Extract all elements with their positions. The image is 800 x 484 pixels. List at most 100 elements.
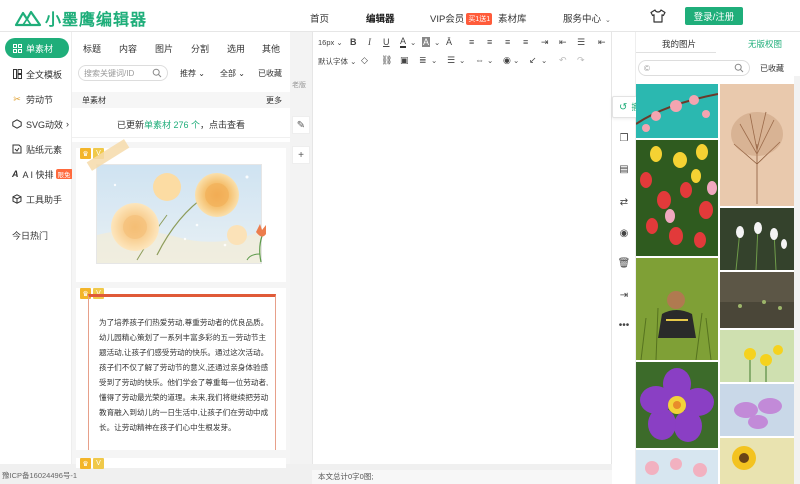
image-thumb-dry-plant[interactable] xyxy=(720,84,794,206)
chevron-down-icon[interactable]: ⌄ xyxy=(487,56,493,65)
underline-icon[interactable]: U xyxy=(383,37,390,47)
image-thumb-violet-flowers[interactable] xyxy=(720,384,794,436)
material-card-text[interactable]: ♛ V 为了培养孩子们热爱劳动,尊重劳动者的优良品质。幼儿园精心策划了一系列丰富… xyxy=(76,288,286,450)
tab-content[interactable]: 内容 xyxy=(119,42,137,55)
image-thumb-pink-blossom[interactable] xyxy=(636,450,718,484)
nav-editor[interactable]: 编辑器 xyxy=(366,11,395,25)
logo[interactable]: 小墨鹰编辑器 xyxy=(14,6,147,30)
filter-all[interactable]: 全部 ⌄ xyxy=(220,68,245,79)
search-placeholder: 搜索关键词/ID xyxy=(84,68,135,78)
preview-eye-icon[interactable]: ◉ xyxy=(617,226,631,240)
image-thumb-purple-primrose[interactable] xyxy=(636,362,718,448)
indent-icon[interactable]: ⇥ xyxy=(541,37,549,48)
sidebar-item-tools[interactable]: 工具助手 xyxy=(0,189,72,209)
eraser-icon[interactable]: ◇ xyxy=(361,55,368,66)
save-icon[interactable]: ▤ xyxy=(617,162,631,176)
arrow-icon[interactable]: ↙ xyxy=(529,55,537,66)
chevron-down-icon[interactable]: ⌄ xyxy=(513,56,519,65)
undo-icon[interactable]: ↶ xyxy=(559,55,567,66)
search-icon[interactable] xyxy=(152,68,162,78)
image-icon[interactable]: ▣ xyxy=(400,55,409,66)
chevron-down-icon[interactable]: ⌄ xyxy=(459,56,465,65)
editor-canvas[interactable]: 16px ⌄ B I U A ⌄ A ⌄ Ā ≡ ≡ ≡ ≡ ⇥ ⇤ ☰ ⇤ 默… xyxy=(312,32,612,464)
tab-image[interactable]: 图片 xyxy=(155,42,173,55)
material-card-rose-photo[interactable]: ♛ V xyxy=(76,139,286,282)
sidebar-item-full-template[interactable]: 全文模板 xyxy=(0,64,72,84)
nav-home[interactable]: 首页 xyxy=(310,11,329,25)
paragraph-spacing-icon[interactable]: ☰ xyxy=(447,55,455,66)
chevron-down-icon[interactable]: ⌄ xyxy=(434,38,440,47)
sidebar-item-hot-today[interactable]: 今日热门 xyxy=(0,225,72,245)
nav-materials[interactable]: 素材库 xyxy=(498,11,527,25)
font-color-icon[interactable]: A xyxy=(400,37,407,48)
line-height-icon[interactable]: ≣ xyxy=(419,55,427,66)
update-notice[interactable]: 已更新单素材 276 个，点击查看 xyxy=(72,112,290,138)
add-icon[interactable]: + xyxy=(292,146,310,164)
format-clear-icon[interactable]: ⇤ xyxy=(598,37,606,48)
image-thumb-person-grass[interactable] xyxy=(636,258,718,360)
tab-free-images[interactable]: 无版权图 xyxy=(748,38,782,50)
more-icon[interactable]: ••• xyxy=(617,318,631,332)
image-panel-scrollbar[interactable] xyxy=(794,76,800,484)
export-icon[interactable]: ⇥ xyxy=(617,288,631,302)
more-link[interactable]: 更多 xyxy=(266,95,282,106)
trash-icon[interactable]: 🗑 xyxy=(617,256,631,270)
tshirt-icon[interactable] xyxy=(650,9,666,23)
highlight-color-icon[interactable]: A xyxy=(422,37,431,47)
copy-icon[interactable]: ❐ xyxy=(617,131,631,145)
sidebar-item-ai-layout[interactable]: A A I 快排 限免 xyxy=(0,164,73,184)
image-thumb-snowdrops[interactable] xyxy=(720,208,794,270)
nav-service[interactable]: 服务中心 ⌄ xyxy=(563,11,611,25)
material-card-partial[interactable]: ♛ V xyxy=(76,458,286,469)
collected-filter[interactable]: 已收藏 xyxy=(760,63,784,74)
align-justify-icon[interactable]: ≡ xyxy=(523,37,528,47)
image-thumb-ground-sprouts[interactable] xyxy=(720,272,794,328)
sidebar-item-single-material[interactable]: 单素材 xyxy=(5,38,69,58)
italic-icon[interactable]: I xyxy=(368,37,371,47)
tab-my-images[interactable]: 我的图片 xyxy=(662,38,696,50)
bulb-icon[interactable]: ◉ xyxy=(503,55,511,66)
chevron-down-icon[interactable]: ⌄ xyxy=(410,38,416,47)
align-left-icon[interactable]: ≡ xyxy=(469,37,474,47)
outdent-icon[interactable]: ⇤ xyxy=(559,37,567,48)
chevron-down-icon[interactable]: ⌄ xyxy=(431,56,437,65)
material-search-input[interactable]: 搜索关键词/ID xyxy=(78,65,168,81)
nav-vip[interactable]: VIP会员 买1送1 xyxy=(430,11,493,25)
filter-recommend[interactable]: 推荐 ⌄ xyxy=(180,68,205,79)
tab-title[interactable]: 标题 xyxy=(83,42,101,55)
tab-selected[interactable]: 选用 xyxy=(227,42,245,55)
login-register-button[interactable]: 登录/注册 xyxy=(685,7,743,25)
chevron-down-icon[interactable]: ⌄ xyxy=(541,56,547,65)
sidebar-item-labor-day[interactable]: ✂ 劳动节 xyxy=(0,89,72,109)
edit-icon[interactable]: ✎ xyxy=(292,116,310,134)
old-version-link[interactable]: 老版 xyxy=(292,80,306,90)
image-search-input[interactable]: © xyxy=(638,60,750,76)
align-right-icon[interactable]: ≡ xyxy=(505,37,510,47)
swap-icon[interactable]: ⇄ xyxy=(617,195,631,209)
image-thumb-sunflower[interactable] xyxy=(720,438,794,484)
image-thumb-tulips[interactable] xyxy=(636,140,718,256)
vip-icon: V xyxy=(93,458,104,469)
letter-spacing-icon[interactable]: Ā xyxy=(446,37,452,47)
image-thumb-blossom[interactable] xyxy=(636,84,718,138)
search-icon[interactable] xyxy=(734,63,744,73)
bold-icon[interactable]: B xyxy=(350,37,357,47)
list-icon[interactable]: ☰ xyxy=(577,37,585,48)
align-center-icon[interactable]: ≡ xyxy=(487,37,492,47)
link-icon[interactable]: ⛓ xyxy=(381,55,392,66)
sidebar-item-label: 贴纸元素 xyxy=(26,144,63,155)
image-search-placeholder: © xyxy=(644,63,650,73)
margin-icon[interactable]: ⇔ xyxy=(475,55,484,65)
icp-license[interactable]: 豫ICP备16024496号-1 xyxy=(2,470,77,481)
sidebar-item-svg-effects[interactable]: SVG动效 › xyxy=(0,114,72,134)
font-family-select[interactable]: 默认字体 ⌄ xyxy=(318,56,356,67)
undo-arrow-icon: ↺ xyxy=(619,101,628,113)
tab-divider[interactable]: 分割 xyxy=(191,42,209,55)
redo-icon[interactable]: ↷ xyxy=(577,55,585,66)
font-size-select[interactable]: 16px ⌄ xyxy=(318,38,343,47)
tab-other[interactable]: 其他 xyxy=(262,42,280,55)
sidebar-item-stickers[interactable]: 贴纸元素 xyxy=(0,139,72,159)
card-body-text: 为了培养孩子们热爱劳动,尊重劳动者的优良品质。幼儿园精心策划了一系列丰富多彩的五… xyxy=(99,318,269,432)
filter-collected[interactable]: 已收藏 xyxy=(258,68,282,79)
image-thumb-yellow-daffodils[interactable] xyxy=(720,330,794,382)
